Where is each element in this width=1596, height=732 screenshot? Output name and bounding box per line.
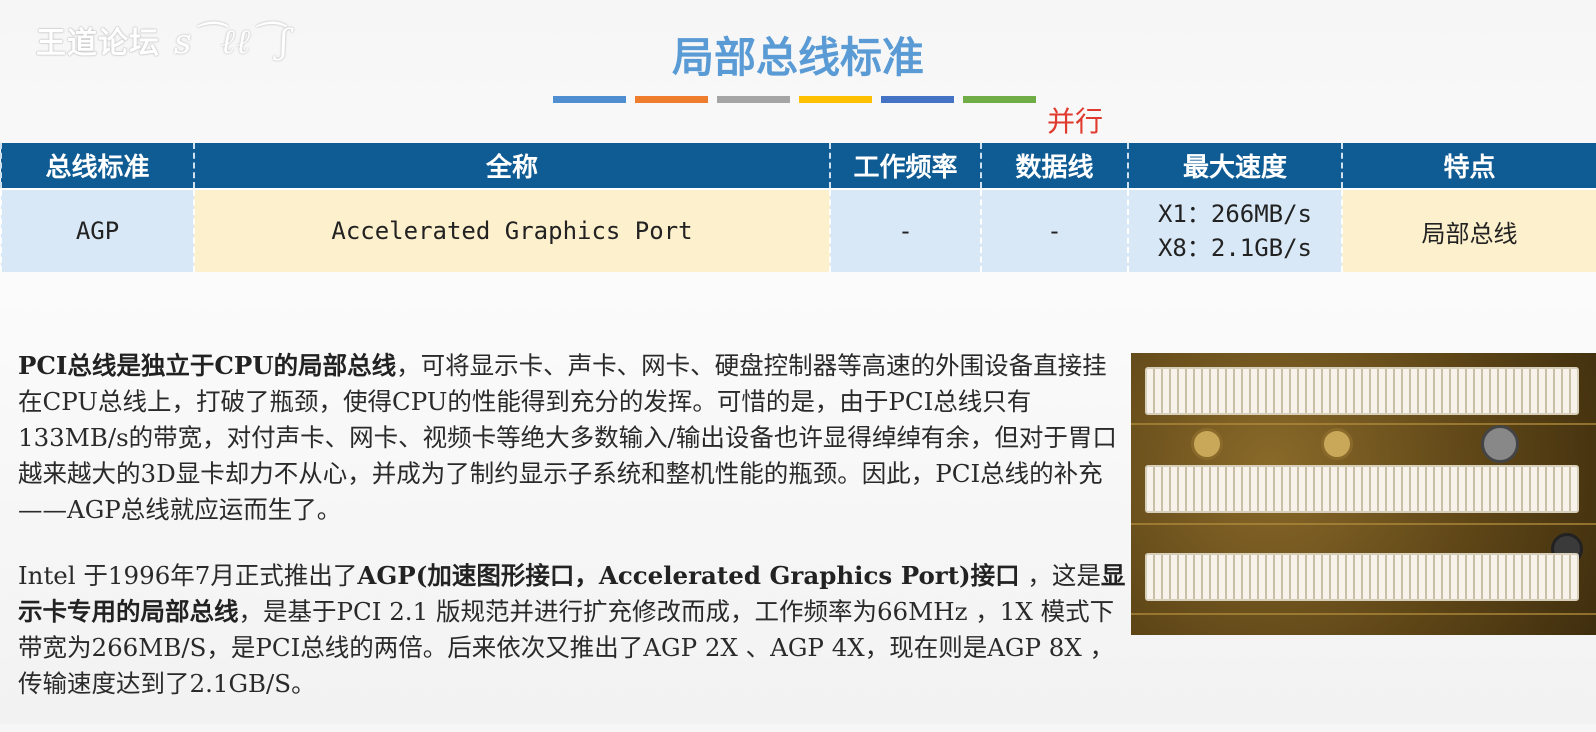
bus-standard-table: 总线标准 全称 工作频率 数据线 最大速度 特点 AGP Accelerated… <box>0 143 1596 272</box>
paragraph-pci-bold: PCI总线是独立于CPU的局部总线 <box>18 351 397 380</box>
accent-bar <box>635 96 708 103</box>
max-speed-x8: X8：2.1GB/s <box>1157 234 1313 262</box>
accent-bars <box>553 96 1036 103</box>
cell-full-name: Accelerated Graphics Port <box>193 188 831 272</box>
pci-slot <box>1145 465 1579 513</box>
annotation-parallel: 并行 <box>1047 105 1104 138</box>
paragraph-agp: Intel 于1996年7月正式推出了AGP(加速图形接口，Accelerate… <box>18 558 1128 702</box>
cell-frequency: - <box>829 188 982 272</box>
capacitor <box>1191 428 1223 460</box>
cell-standard: AGP <box>0 188 195 272</box>
max-speed-x1: X1：266MB/s <box>1157 200 1313 228</box>
accent-bar <box>881 96 954 103</box>
accent-bar <box>799 96 872 103</box>
accent-bar <box>717 96 790 103</box>
cell-max-speed: X1：266MB/s X8：2.1GB/s <box>1127 188 1343 272</box>
page-title: 局部总线标准 <box>671 33 924 82</box>
accent-bar <box>553 96 626 103</box>
pci-slot <box>1145 553 1579 601</box>
capacitor <box>1481 425 1519 463</box>
paragraph-agp-bold1: AGP(加速图形接口，Accelerated Graphics Port)接口 <box>357 561 1020 590</box>
capacitor <box>1321 428 1353 460</box>
paragraph-agp-part2: ，这是 <box>1019 561 1101 590</box>
header-full-name: 全称 <box>193 143 831 189</box>
header-feature: 特点 <box>1341 143 1596 189</box>
accent-bar <box>963 96 1036 103</box>
paragraph-pci: PCI总线是独立于CPU的局部总线，可将显示卡、声卡、网卡、硬盘控制器等高速的外… <box>18 348 1128 528</box>
paragraph-agp-part1: Intel 于1996年7月正式推出了 <box>18 561 358 590</box>
table-header-row: 总线标准 全称 工作频率 数据线 最大速度 特点 <box>0 143 1596 189</box>
table-row: AGP Accelerated Graphics Port - - X1：266… <box>0 188 1596 272</box>
header-max-speed: 最大速度 <box>1127 143 1343 189</box>
cell-feature: 局部总线 <box>1341 188 1596 272</box>
header-data-lines: 数据线 <box>980 143 1129 189</box>
pci-slot <box>1145 367 1579 415</box>
header-standard: 总线标准 <box>0 143 195 189</box>
cell-data-lines: - <box>980 188 1129 272</box>
body-text: PCI总线是独立于CPU的局部总线，可将显示卡、声卡、网卡、硬盘控制器等高速的外… <box>18 348 1128 732</box>
header-frequency: 工作频率 <box>829 143 982 189</box>
motherboard-photo <box>1131 353 1596 635</box>
